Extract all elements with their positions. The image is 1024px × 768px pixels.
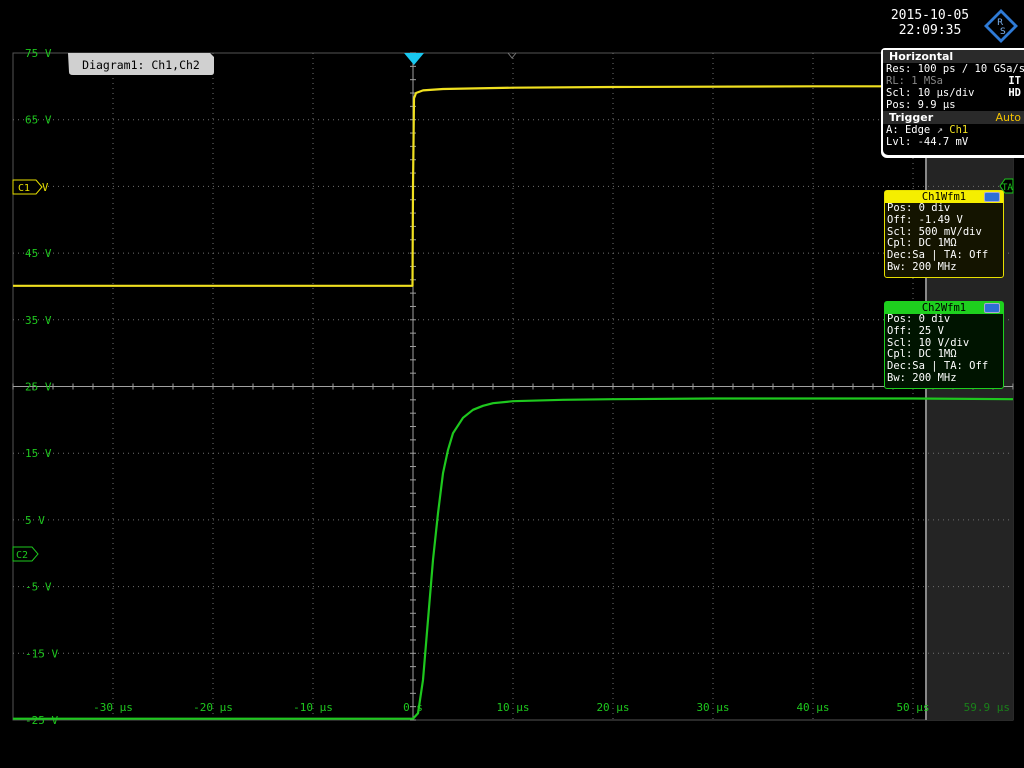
ch2-waveform-box[interactable]: Ch2Wfm1 Pos: 0 div Off: 25 V Scl: 10 V/d… bbox=[884, 301, 1004, 389]
x-tick-label: 40 μs bbox=[796, 701, 829, 714]
trigger-level-line: Lvl: -44.7 mV bbox=[883, 136, 1024, 148]
rohde-schwarz-logo-icon[interactable]: R S bbox=[983, 8, 1019, 44]
trigger-type-text: A: Edge bbox=[886, 124, 931, 136]
c2-label: C2 bbox=[16, 550, 28, 561]
time-text: 22:09:35 bbox=[898, 23, 962, 38]
x-end-label: 59.9 μs bbox=[964, 701, 1010, 714]
y-tick-label: 65 V bbox=[25, 114, 52, 127]
record-length-text: RL: 1 MSa bbox=[886, 75, 943, 87]
trigger-header: Trigger Auto bbox=[883, 111, 1024, 124]
scale-flag: HD bbox=[1008, 87, 1021, 99]
diagram-tab[interactable]: Diagram1: Ch1,Ch2 bbox=[68, 53, 214, 75]
oscilloscope-screen: 75 V 65 V 45 V 35 V 25 V 15 V 5 V -5 V -15 V -25 … bbox=[12, 47, 1014, 727]
trigger-source-line: A: Edge ↗ Ch1 bbox=[883, 124, 1024, 136]
c1-marker[interactable]: C1 V bbox=[12, 179, 49, 195]
x-tick-label: -30 μs bbox=[93, 701, 133, 714]
scale-text: Scl: 10 μs/div bbox=[886, 87, 975, 99]
svg-text:S: S bbox=[1000, 27, 1006, 37]
horizontal-title: Horizontal bbox=[883, 50, 1024, 63]
scale-line: Scl: 10 μs/div HD bbox=[883, 87, 1024, 99]
x-tick-label: 0 s bbox=[403, 701, 423, 714]
ch2-minimize-icon[interactable] bbox=[984, 303, 1000, 313]
diagram-label: Diagram1: Ch1,Ch2 bbox=[82, 58, 200, 72]
y-tick-label: 5 V bbox=[25, 514, 45, 527]
y-tick-label: 35 V bbox=[25, 314, 52, 327]
position-text: Pos: 9.9 μs bbox=[886, 99, 956, 111]
c2-marker[interactable]: C2 bbox=[12, 546, 39, 562]
ch2-title: Ch2Wfm1 bbox=[921, 302, 967, 314]
ch1-title: Ch1Wfm1 bbox=[921, 191, 967, 203]
x-tick-label: -10 μs bbox=[293, 701, 333, 714]
trigger-source-text: Ch1 bbox=[949, 124, 969, 136]
x-tick-label: -20 μs bbox=[193, 701, 233, 714]
ch1-waveform-box[interactable]: Ch1Wfm1 Pos: 0 div Off: -1.49 V Scl: 500… bbox=[884, 190, 1004, 278]
record-length-flag: IT bbox=[1008, 75, 1021, 87]
y-tick-label: 15 V bbox=[25, 447, 52, 460]
c1-label: C1 bbox=[18, 183, 30, 194]
resolution-text: Res: 100 ps / 10 GSa/s bbox=[886, 63, 1024, 75]
ch2-offset: Off: 25 V bbox=[887, 324, 944, 337]
c1-unit: V bbox=[42, 182, 49, 194]
rising-edge-icon: ↗ bbox=[936, 124, 943, 136]
y-tick-label: 25 V bbox=[25, 381, 52, 394]
trigger-level-text: Lvl: -44.7 mV bbox=[886, 136, 969, 148]
x-tick-label: 50 μs bbox=[896, 701, 929, 714]
trigger-title: Trigger bbox=[889, 111, 934, 124]
y-tick-label: -5 V bbox=[25, 581, 52, 594]
ch1-bandwidth: Bw: 200 MHz bbox=[887, 260, 957, 273]
y-tick-label: -25 V bbox=[25, 714, 58, 727]
ch2-bandwidth: Bw: 200 MHz bbox=[887, 371, 957, 384]
resolution-line: Res: 100 ps / 10 GSa/s bbox=[883, 63, 1024, 75]
ch1-offset: Off: -1.49 V bbox=[887, 213, 963, 226]
y-tick-label: -15 V bbox=[25, 647, 58, 660]
date-time: 2015-10-05 22:09:35 bbox=[880, 8, 980, 38]
x-tick-label: 30 μs bbox=[696, 701, 729, 714]
y-tick-label: 75 V bbox=[25, 47, 52, 60]
x-tick-label: 20 μs bbox=[596, 701, 629, 714]
y-tick-label: 45 V bbox=[25, 247, 52, 260]
position-line: Pos: 9.9 μs bbox=[883, 99, 1024, 111]
record-length-line: RL: 1 MSa IT bbox=[883, 75, 1024, 87]
trigger-mode: Auto bbox=[995, 111, 1021, 124]
horizontal-panel[interactable]: Horizontal Res: 100 ps / 10 GSa/s RL: 1 … bbox=[881, 48, 1024, 158]
date-text: 2015-10-05 bbox=[890, 8, 970, 23]
ch1-minimize-icon[interactable] bbox=[984, 192, 1000, 202]
x-tick-label: 10 μs bbox=[496, 701, 529, 714]
